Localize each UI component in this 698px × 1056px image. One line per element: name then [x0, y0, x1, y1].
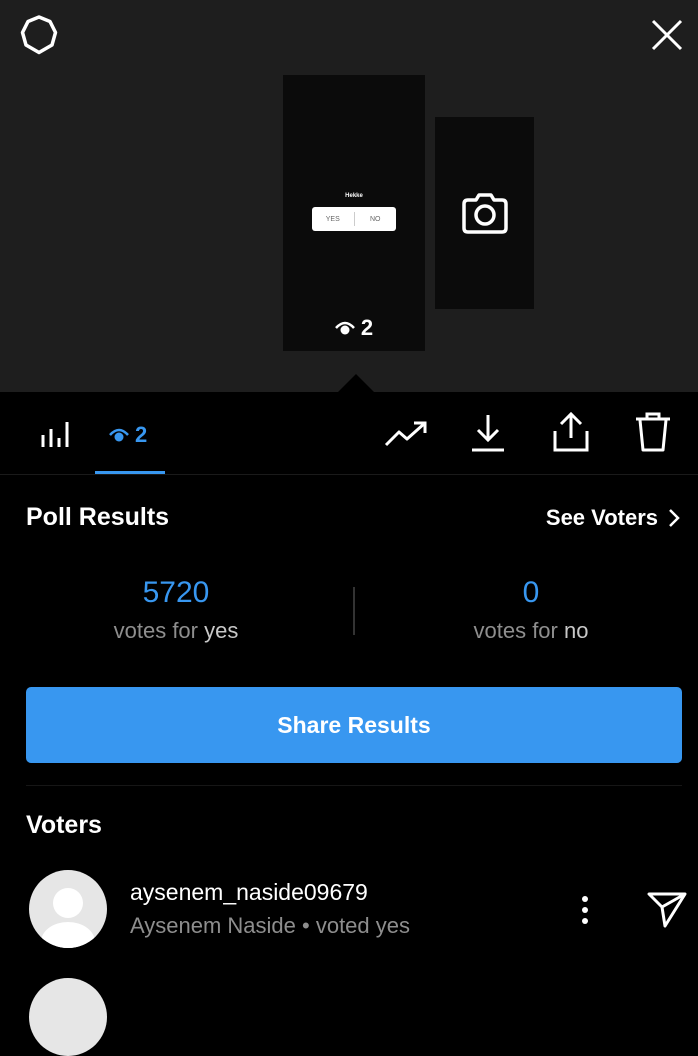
yes-votes-label-prefix: votes for	[113, 618, 198, 643]
avatar-body-shape	[41, 922, 95, 948]
section-divider	[26, 785, 682, 786]
settings-button[interactable]	[14, 10, 64, 60]
settings-icon	[20, 15, 58, 55]
see-voters-link[interactable]: See Voters	[546, 505, 680, 531]
bar-chart-icon	[41, 422, 69, 447]
story-thumbnail-add[interactable]	[435, 117, 534, 309]
poll-option-yes: YES	[325, 215, 340, 223]
send-icon	[647, 892, 687, 928]
tab-viewers-content: 2	[109, 422, 147, 448]
voter-send-button[interactable]	[644, 886, 690, 932]
delete-button[interactable]	[630, 408, 676, 456]
download-button[interactable]	[466, 410, 510, 456]
chevron-right-icon	[669, 509, 680, 527]
poll-sticker: Hekke YES NO	[311, 193, 397, 233]
share-icon	[553, 411, 589, 452]
trending-icon	[384, 421, 427, 447]
yes-votes-label-choice: yes	[204, 618, 239, 643]
share-results-button[interactable]: Share Results	[26, 687, 682, 763]
voters-title: Voters	[26, 811, 102, 839]
eye-icon	[109, 428, 129, 442]
stats-divider	[353, 587, 355, 635]
story-view-count: 2	[283, 315, 425, 341]
share-button[interactable]	[548, 408, 594, 456]
yes-votes-label: votes for yes	[26, 618, 326, 644]
poll-question: Hekke	[345, 193, 363, 199]
no-votes-label: votes for no	[381, 618, 681, 644]
tab-insights[interactable]	[30, 412, 80, 456]
active-tab-indicator	[95, 471, 165, 474]
yes-votes-count: 5720	[142, 576, 210, 609]
poll-options: YES NO	[312, 207, 396, 231]
see-voters-label: See Voters	[545, 505, 658, 530]
trash-icon	[636, 412, 670, 452]
promote-button[interactable]	[382, 412, 430, 456]
close-icon	[651, 19, 683, 51]
camera-icon	[462, 193, 508, 234]
voter-more-button[interactable]	[570, 888, 600, 932]
yes-votes-stat: 5720 votes for yes	[26, 576, 326, 644]
voter-username[interactable]: aysenem_naside09679	[130, 879, 368, 906]
download-icon	[472, 415, 504, 452]
story-insights-toolbar: 2	[0, 392, 698, 475]
no-votes-label-prefix: votes for	[473, 618, 558, 643]
poll-option-no: NO	[370, 215, 381, 223]
voter-subtitle: Aysenem Naside • voted yes	[130, 913, 410, 938]
no-votes-label-choice: no	[564, 618, 589, 643]
close-button[interactable]	[644, 12, 690, 58]
no-votes-stat: 0 votes for no	[381, 576, 681, 644]
poll-results-title: Poll Results	[26, 503, 170, 531]
no-votes-count: 0	[522, 576, 540, 609]
eye-icon	[334, 321, 355, 335]
more-icon	[582, 896, 588, 924]
tab-viewers[interactable]: 2	[95, 392, 165, 474]
story-view-count-value: 2	[360, 315, 374, 340]
selected-story-pointer	[338, 374, 374, 392]
tab-viewers-count: 2	[135, 422, 148, 447]
avatar-head-shape	[53, 888, 83, 918]
story-preview-area: Hekke YES NO 2	[0, 0, 698, 392]
avatar[interactable]	[29, 870, 107, 948]
